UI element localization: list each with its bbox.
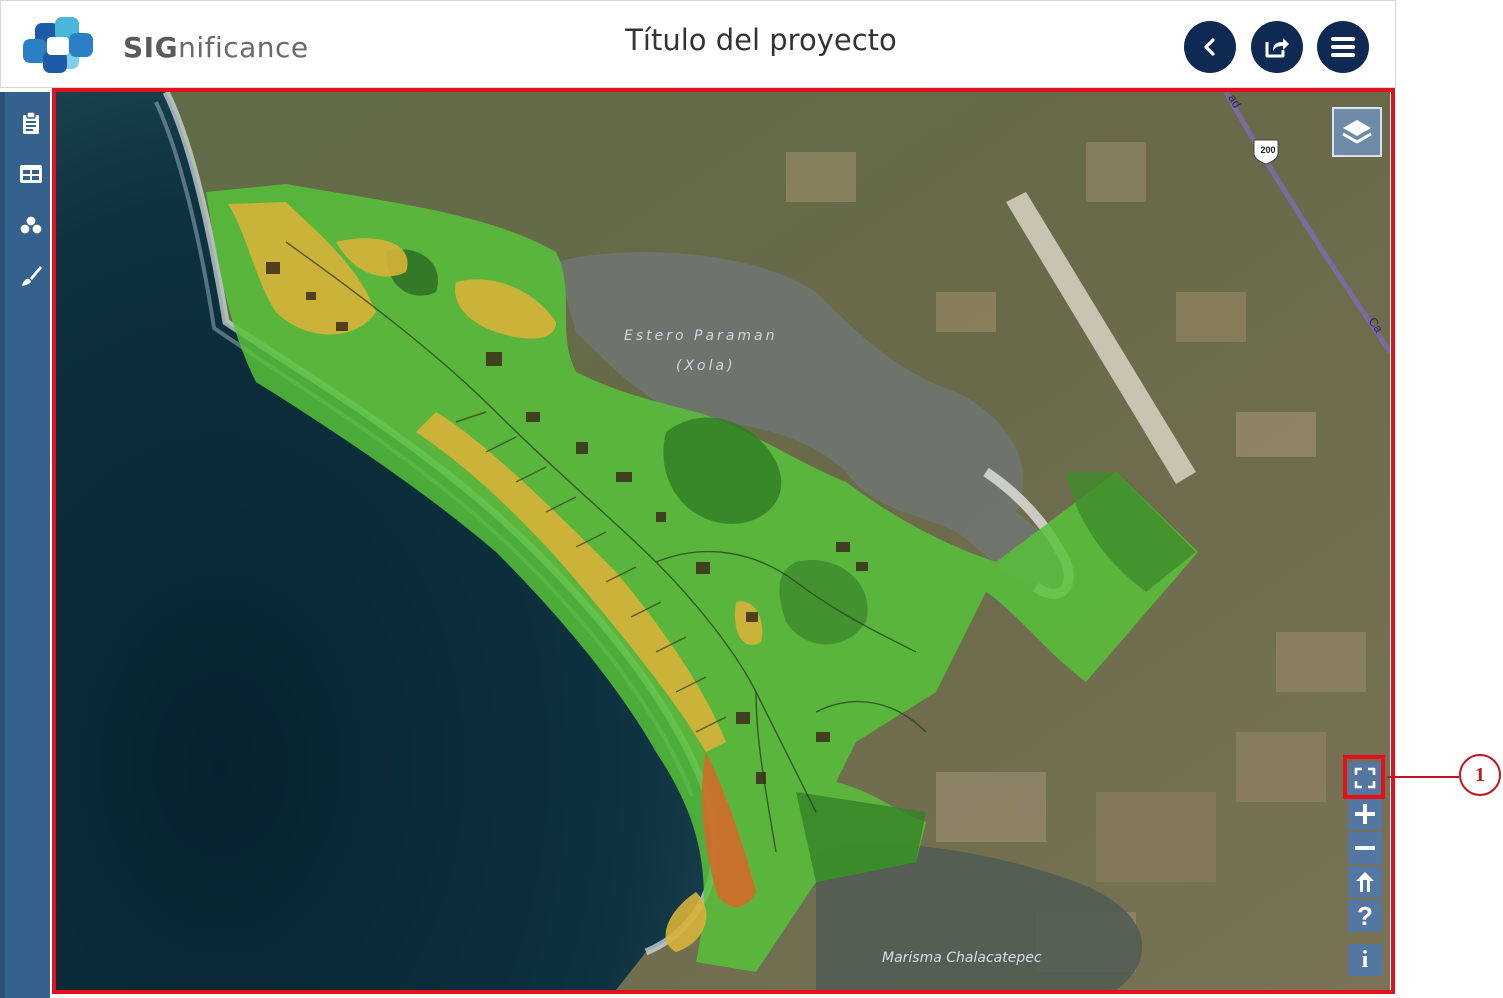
brand-name: SIGnificance — [123, 31, 309, 64]
style-button[interactable] — [14, 259, 48, 293]
zoom-out-icon — [1355, 846, 1375, 850]
clipboard-icon — [23, 111, 39, 134]
left-toolbar — [0, 92, 50, 998]
table-icon — [20, 165, 42, 183]
paintbrush-icon — [22, 266, 42, 286]
share-icon — [1265, 38, 1289, 58]
menu-icon — [1331, 37, 1355, 57]
layers-icon — [1342, 120, 1372, 144]
app-header: SIGnificance Título del proyecto — [0, 0, 1396, 88]
help-icon: ? — [1357, 900, 1373, 931]
zoom-out-button[interactable] — [1348, 832, 1382, 864]
table-button[interactable] — [14, 157, 48, 191]
fullscreen-button[interactable] — [1348, 762, 1382, 794]
toolbar-edge — [0, 92, 5, 998]
back-button[interactable] — [1184, 21, 1236, 73]
back-icon — [1204, 38, 1215, 56]
basemap-layers-button[interactable] — [1332, 107, 1382, 157]
share-button[interactable] — [1251, 21, 1303, 73]
zoom-in-icon — [1355, 804, 1375, 824]
brand-bold: SIG — [123, 31, 179, 64]
north-reset-button[interactable] — [1348, 866, 1382, 898]
callout-number-badge: 1 — [1459, 754, 1501, 796]
info-button[interactable]: i — [1348, 944, 1382, 976]
highway-number: 200 — [1260, 145, 1276, 155]
lagoon-label-sub: (Xola) — [676, 358, 736, 374]
fullscreen-icon — [1354, 767, 1376, 789]
brand-rest: nificance — [178, 31, 309, 64]
project-title: Título del proyecto — [625, 23, 897, 57]
map-view[interactable]: Estero Paraman (Xola) Marisma Chalacatep… — [56, 92, 1390, 990]
satellite-basemap — [56, 92, 1390, 990]
zoom-in-button[interactable] — [1348, 798, 1382, 830]
info-icon: i — [1361, 946, 1369, 973]
lagoon-label-name: Estero Paraman — [624, 328, 778, 344]
marsh-label: Marisma Chalacatepec — [882, 950, 1042, 966]
callout-line — [1387, 776, 1459, 778]
logo-icon — [23, 17, 93, 73]
layers-stack-button[interactable] — [14, 208, 48, 242]
menu-button[interactable] — [1317, 21, 1369, 73]
north-arrow-icon — [1356, 872, 1374, 892]
project-info-button[interactable] — [14, 106, 48, 140]
layers-stack-icon — [19, 215, 43, 235]
help-button[interactable]: ? — [1348, 900, 1382, 932]
